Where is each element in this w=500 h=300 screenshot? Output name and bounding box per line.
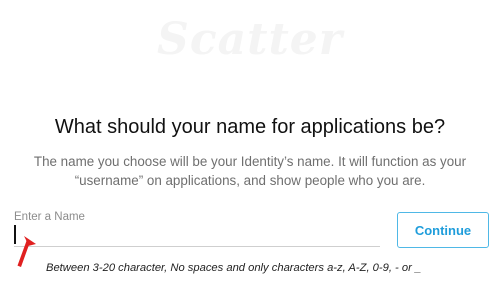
red-arrow-annotation-icon bbox=[17, 236, 36, 267]
name-requirements-hint: Between 3-20 character, No spaces and on… bbox=[46, 262, 422, 274]
description-text: The name you choose will be your Identit… bbox=[33, 154, 467, 188]
continue-button[interactable]: Continue bbox=[397, 212, 489, 248]
name-field-label: Enter a Name bbox=[14, 211, 85, 223]
scatter-logo-watermark: Scatter bbox=[157, 14, 343, 65]
name-identity-page: Scatter What should your name for applic… bbox=[0, 0, 500, 300]
name-input[interactable] bbox=[14, 224, 380, 247]
page-title: What should your name for applications b… bbox=[54, 116, 446, 138]
